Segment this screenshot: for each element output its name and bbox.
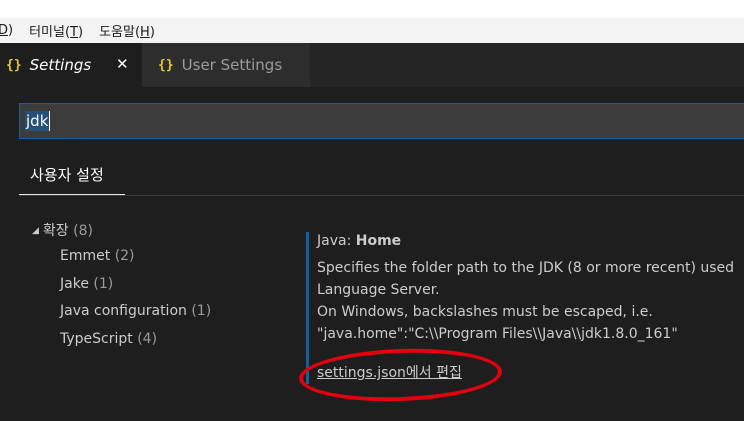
toc-item-emmet[interactable]: Emmet (2)	[60, 248, 135, 264]
search-input-value: jdk	[25, 111, 50, 131]
toc-item-jake[interactable]: Jake (1)	[60, 276, 113, 292]
toc-group-count: (8)	[73, 223, 93, 239]
menu-item-help[interactable]: 도움말(H)	[99, 21, 155, 40]
setting-description-line: Language Server.	[317, 282, 440, 298]
tab-settings-label: Settings	[29, 56, 92, 74]
setting-description-line: "java.home":"C:\\Program Files\\Java\\jd…	[317, 326, 678, 342]
settings-search-input[interactable]: jdk	[19, 103, 744, 139]
toc-group-label: 확장	[42, 223, 69, 239]
toc-group-extensions[interactable]: ◢ 확장 (8)	[32, 220, 93, 240]
setting-title: Java: Home	[317, 233, 402, 249]
tab-settings[interactable]: {} Settings ✕	[0, 43, 142, 87]
toc-item-typescript[interactable]: TypeScript (4)	[60, 331, 157, 347]
json-braces-icon: {}	[158, 57, 174, 73]
toc-item-java-configuration[interactable]: Java configuration (1)	[60, 303, 211, 319]
tab-user-settings-label: User Settings	[181, 56, 283, 74]
tab-user-scope[interactable]: 사용자 설정	[19, 163, 125, 195]
setting-description-line: Specifies the folder path to the JDK (8 …	[317, 260, 735, 276]
menu-item-terminal[interactable]: 터미널(T)	[29, 21, 83, 40]
scope-divider	[19, 195, 744, 196]
setting-description-line: On Windows, backslashes must be escaped,…	[317, 304, 653, 320]
text-caret	[49, 111, 51, 131]
menu-bar: D) 터미널(T) 도움말(H)	[0, 18, 744, 43]
tab-user-settings[interactable]: {} User Settings	[142, 43, 310, 87]
window-top-strip	[0, 0, 744, 18]
editor-tab-bar: {} Settings ✕ {} User Settings	[0, 43, 744, 87]
close-icon[interactable]: ✕	[116, 55, 129, 73]
expand-arrow-icon: ◢	[32, 226, 39, 236]
json-braces-icon: {}	[6, 57, 22, 73]
menu-item-debug[interactable]: D)	[0, 23, 13, 38]
